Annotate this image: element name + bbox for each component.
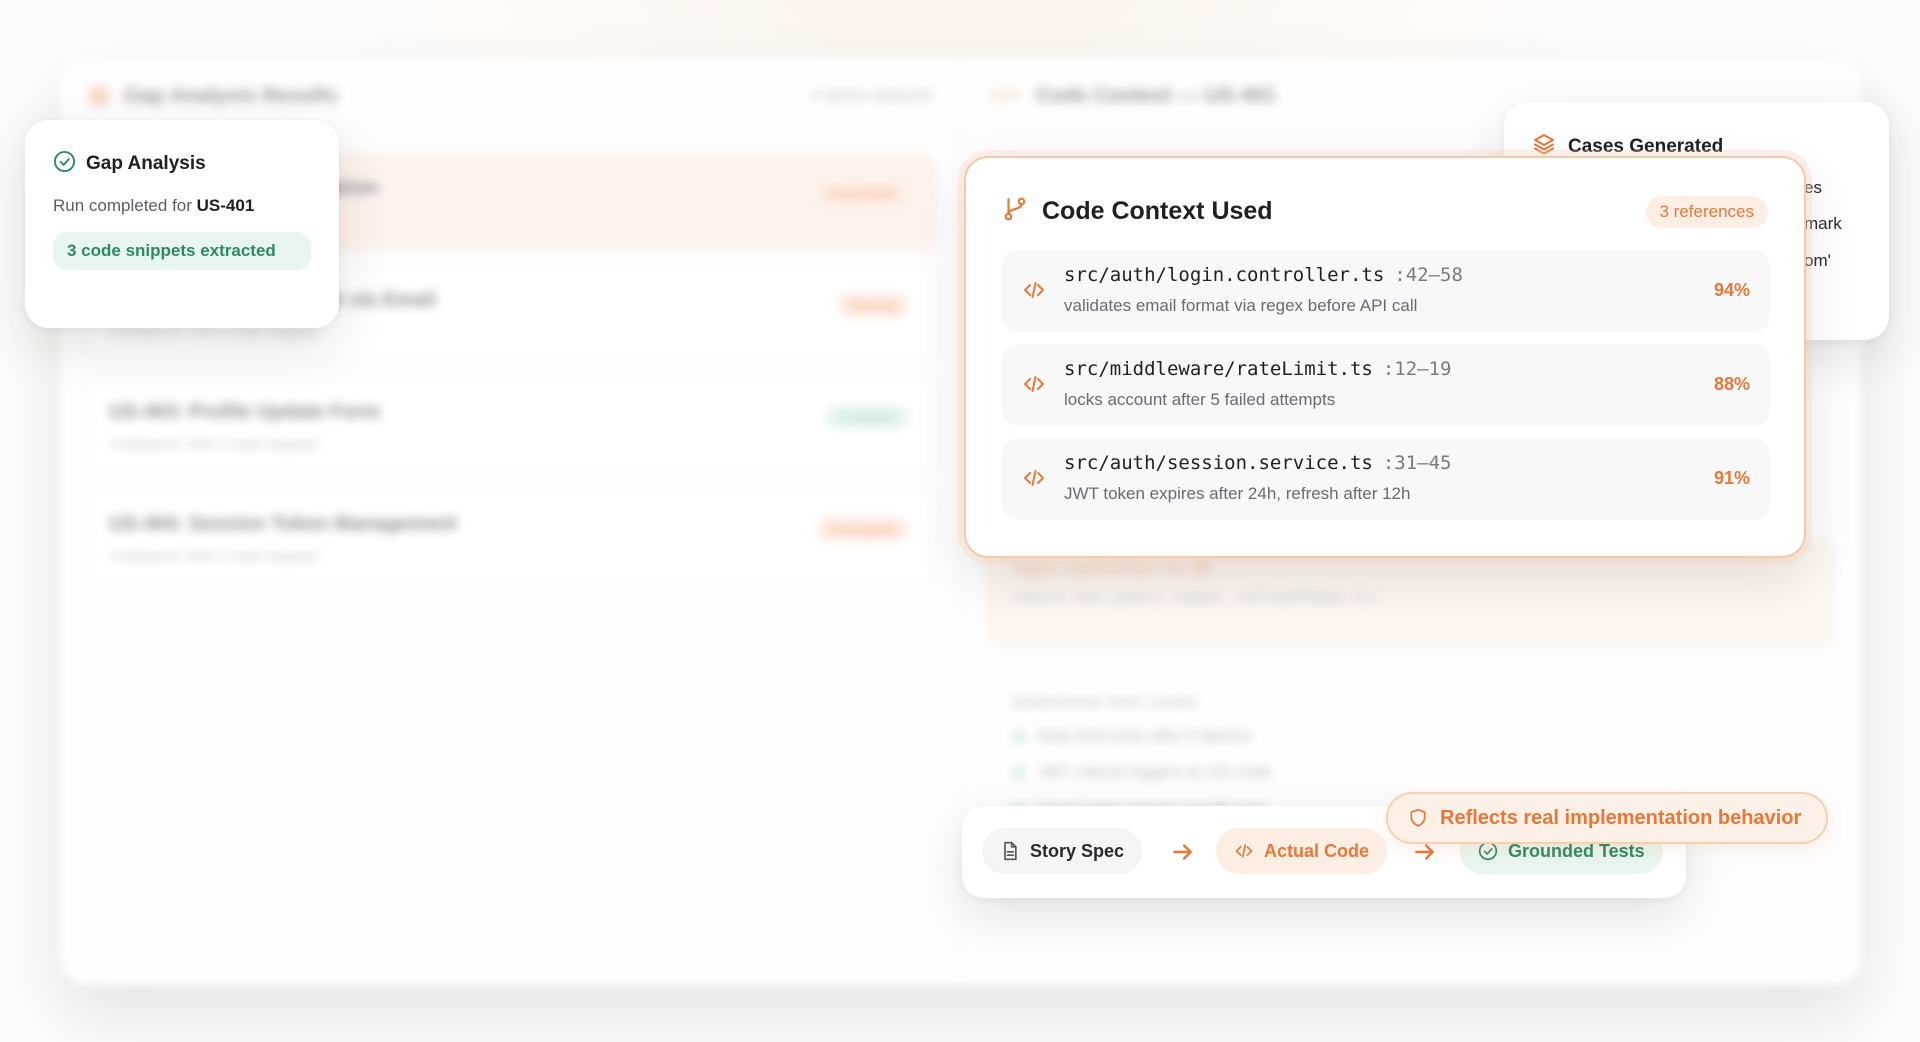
code-icon [1022, 278, 1046, 307]
run-status-prefix: Run completed for [53, 196, 197, 215]
code-icon [1022, 466, 1046, 495]
reference-description: validates email format via regex before … [1064, 296, 1418, 315]
story-status-badge: Missing [837, 293, 909, 317]
code-reference-item[interactable]: src/auth/session.service.ts :31–45 JWT to… [1002, 438, 1770, 520]
story-spec-step[interactable]: Story Spec [982, 828, 1143, 874]
test-case-label: Rate limit locks after 5 failures [1038, 728, 1252, 745]
run-status-text: Run completed for US-401 [53, 196, 311, 216]
results-panel-title: Gap Analysis Results [124, 83, 338, 107]
story-title: US-404: Session Token Management [109, 513, 457, 535]
story-status-badge: Incomplete [816, 517, 909, 541]
test-case-label: JWT refresh triggers at 12h mark [1038, 764, 1272, 781]
test-case-item[interactable]: JWT refresh triggers at 12h mark [1012, 764, 1810, 782]
story-card-us-404[interactable]: US-404: Session Token Management Confide… [84, 490, 936, 586]
code-context-title: Code Context Used [1042, 197, 1273, 225]
story-meta: Confidence: 84% 2 code snippets [109, 548, 318, 564]
gap-analysis-header: Gap Analysis [53, 150, 311, 178]
code-snippet-file: login.controller.ts:58 [1011, 560, 1210, 578]
reference-match-score: 94% [1713, 280, 1750, 300]
cases-generated-title: Cases Generated [1568, 135, 1724, 157]
story-title: US-403: Profile Update Form [109, 401, 381, 423]
reference-line-range: :31–45 [1382, 452, 1452, 474]
reference-description: locks account after 5 failed attempts [1064, 390, 1336, 409]
reference-file-path: src/auth/login.controller.ts :42–58 [1064, 264, 1463, 286]
story-status-badge: Incomplete [816, 181, 909, 205]
case-item-fragment: mark [1804, 214, 1842, 233]
implementation-behavior-badge: Reflects real implementation behavior [1386, 792, 1828, 844]
snippets-extracted-badge: 3 code snippets extracted [53, 232, 311, 270]
code-context-used-card: Code Context Used 3 references src/auth/… [964, 156, 1806, 558]
check-icon [1012, 730, 1026, 744]
gap-analysis-card: Gap Analysis Run completed for US-401 3 … [25, 120, 339, 328]
run-story-id: US-401 [196, 196, 255, 215]
reference-file-name: src/auth/login.controller.ts [1064, 264, 1385, 286]
git-branch-icon [1002, 196, 1028, 227]
reference-line-range: :42–58 [1394, 264, 1463, 286]
case-item-fragment: om' [1804, 251, 1831, 270]
generated-tests-heading: GENERATED TEST CASES [1012, 695, 1198, 710]
reference-description: JWT token expires after 24h, refresh aft… [1064, 484, 1411, 503]
code-reference-item[interactable]: src/auth/login.controller.ts :42–58 valid… [1002, 250, 1770, 332]
arrow-right-icon [1170, 839, 1196, 870]
document-icon [1004, 841, 1017, 861]
story-spec-label: Story Spec [1030, 840, 1125, 861]
results-status-icon [88, 84, 110, 107]
reference-match-score: 88% [1713, 374, 1750, 394]
check-circle-icon [53, 150, 76, 178]
code-icon [1235, 844, 1253, 858]
story-card-us-403[interactable]: US-403: Profile Update Form Confidence: … [84, 378, 936, 474]
check-icon [1012, 766, 1026, 780]
reference-line-range: :12–19 [1382, 358, 1452, 380]
story-status-badge: Complete [825, 405, 909, 429]
stories-analyzed-count: 4 stories analyzed [811, 87, 932, 104]
reference-file-name: src/middleware/rateLimit.ts [1064, 358, 1373, 380]
code-snippet-line: return res.json({ token, refreshToken })… [1011, 588, 1382, 606]
code-icon [1022, 372, 1046, 401]
references-count-badge: 3 references [1645, 196, 1768, 228]
actual-code-step[interactable]: Actual Code [1216, 828, 1388, 874]
code-icon: </> [989, 85, 1022, 106]
code-reference-item[interactable]: src/middleware/rateLimit.ts :12–19 locks … [1002, 344, 1770, 426]
code-context-panel-title: Code Context — US-401 [1035, 83, 1276, 107]
reference-file-path: src/auth/session.service.ts :31–45 [1064, 452, 1452, 474]
reference-file-name: src/auth/session.service.ts [1064, 452, 1373, 474]
code-context-header: Code Context Used [1002, 196, 1273, 227]
case-item-fragment: es [1804, 178, 1822, 197]
reference-file-path: src/middleware/rateLimit.ts :12–19 [1064, 358, 1452, 380]
gap-analysis-title: Gap Analysis [86, 153, 206, 174]
shield-icon [1410, 808, 1426, 827]
implementation-behavior-label: Reflects real implementation behavior [1440, 806, 1802, 829]
actual-code-label: Actual Code [1264, 840, 1370, 861]
reference-match-score: 91% [1713, 468, 1750, 488]
check-circle-icon [1478, 841, 1498, 861]
story-meta: Confidence: 95% 4 code snippets [109, 436, 318, 452]
test-case-item[interactable]: Rate limit locks after 5 failures [1012, 728, 1810, 746]
